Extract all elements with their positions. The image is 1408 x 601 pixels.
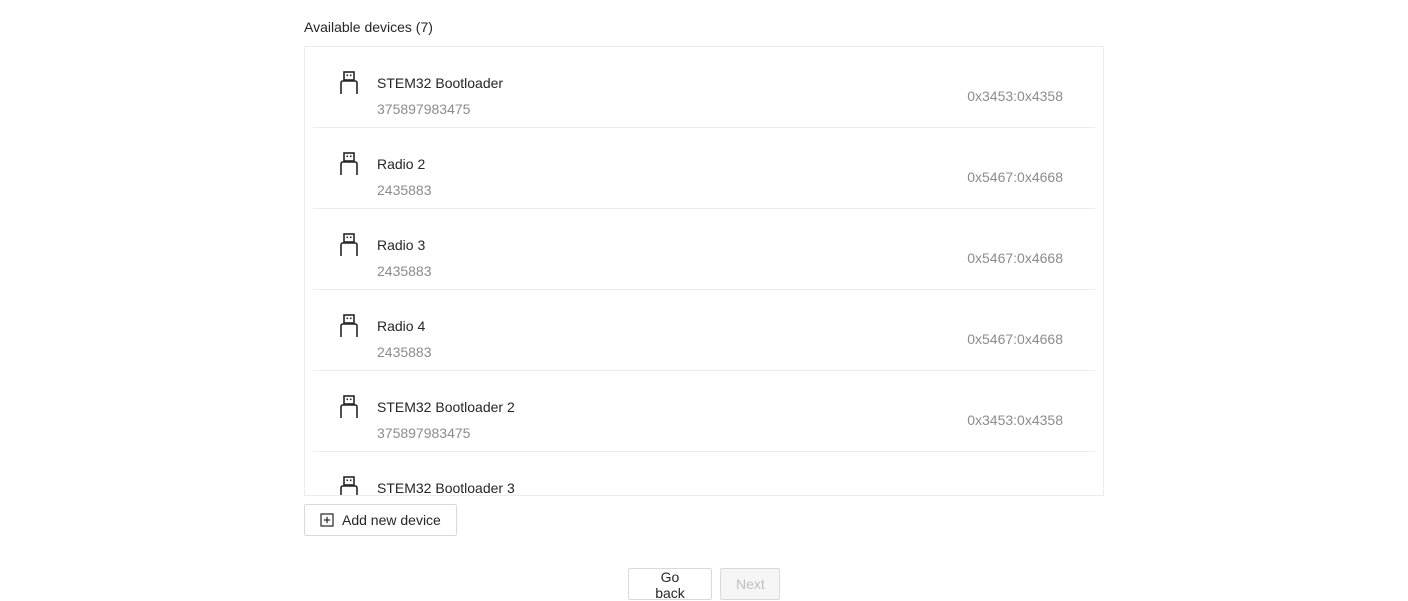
device-list-item[interactable]: Radio 2 2435883 0x5467:0x4668 — [313, 128, 1095, 209]
device-name: Radio 2 — [377, 156, 426, 172]
device-vendor-product-id: 0x3453:0x4358 — [967, 412, 1063, 428]
device-serial: 375897983475 — [377, 101, 471, 117]
device-name: Radio 4 — [377, 318, 426, 334]
device-serial: 2435883 — [377, 263, 432, 279]
device-list-item[interactable]: STEM32 Bootloader 375897983475 0x3453:0x… — [313, 47, 1095, 128]
usb-connector-icon — [340, 395, 358, 418]
device-name: Radio 3 — [377, 237, 426, 253]
device-vendor-product-id: 0x5467:0x4668 — [967, 169, 1063, 185]
device-vendor-product-id: 0x3453:0x4358 — [967, 88, 1063, 104]
device-name: STEM32 Bootloader 3 — [377, 480, 515, 496]
usb-connector-icon — [340, 476, 358, 495]
usb-connector-icon — [340, 314, 358, 337]
add-new-device-button[interactable]: Add new device — [304, 504, 457, 536]
available-devices-heading: Available devices (7) — [304, 19, 433, 35]
device-list-item[interactable]: STEM32 Bootloader 2 375897983475 0x3453:… — [313, 371, 1095, 452]
device-list[interactable]: STEM32 Bootloader 375897983475 0x3453:0x… — [304, 46, 1104, 496]
device-list-item[interactable]: Radio 4 2435883 0x5467:0x4668 — [313, 290, 1095, 371]
device-vendor-product-id: 0x5467:0x4668 — [967, 331, 1063, 347]
plus-square-icon — [320, 513, 334, 527]
add-new-device-label: Add new device — [342, 512, 441, 528]
device-list-item[interactable]: STEM32 Bootloader 3 — [313, 452, 1095, 496]
next-button[interactable]: Next — [720, 568, 780, 600]
go-back-button[interactable]: Go back — [628, 568, 712, 601]
device-list-item[interactable]: Radio 3 2435883 0x5467:0x4668 — [313, 209, 1095, 290]
device-serial: 375897983475 — [377, 425, 471, 441]
device-vendor-product-id: 0x5467:0x4668 — [967, 250, 1063, 266]
usb-connector-icon — [340, 71, 358, 94]
device-serial: 2435883 — [377, 344, 432, 360]
usb-connector-icon — [340, 233, 358, 256]
usb-connector-icon — [340, 152, 358, 175]
device-name: STEM32 Bootloader 2 — [377, 399, 515, 415]
device-name: STEM32 Bootloader — [377, 75, 504, 91]
device-serial: 2435883 — [377, 182, 432, 198]
